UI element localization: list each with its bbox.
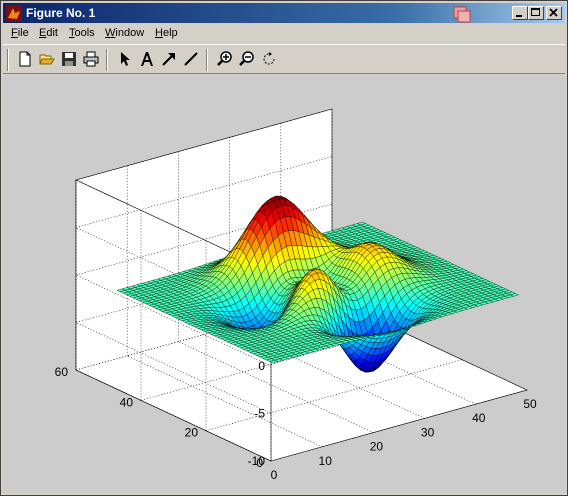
x-tick-label: 30 — [421, 425, 435, 439]
menu-edit[interactable]: Edit — [39, 27, 58, 39]
matlab-logo-icon — [6, 5, 22, 21]
maximize-button[interactable] — [528, 6, 544, 20]
save-icon — [62, 52, 76, 66]
toolbar-grip — [7, 49, 9, 71]
close-button[interactable] — [546, 6, 562, 20]
save-button[interactable] — [59, 49, 79, 69]
zoom-in-button[interactable] — [215, 49, 235, 69]
menu-file[interactable]: File — [11, 27, 29, 39]
toolbar-separator — [206, 49, 208, 71]
title-bar[interactable]: Figure No. 1 — [3, 3, 565, 23]
figure-window: Figure No. 1 File Edit Tools Window Help — [0, 0, 568, 496]
figure-canvas[interactable]: 0102030405002040601050-5-10 — [3, 75, 565, 493]
figure-toolbar — [3, 44, 565, 74]
open-file-icon — [39, 54, 55, 65]
insert-arrow-icon — [162, 53, 175, 66]
y-tick-label: 20 — [185, 426, 199, 440]
insert-text-icon — [141, 52, 153, 66]
menu-window[interactable]: Window — [105, 27, 144, 39]
minimize-button[interactable] — [512, 6, 528, 20]
print-button[interactable] — [81, 49, 101, 69]
select-button[interactable] — [115, 49, 135, 69]
new-figure-button[interactable] — [15, 49, 35, 69]
window-title: Figure No. 1 — [26, 6, 96, 20]
y-tick-label: 60 — [55, 365, 69, 379]
toolbar-separator — [106, 49, 108, 71]
select-arrow-icon — [121, 52, 130, 66]
insert-text-button[interactable] — [137, 49, 157, 69]
menu-help[interactable]: Help — [155, 27, 178, 39]
x-tick-label: 20 — [370, 440, 384, 454]
y-tick-label: 40 — [120, 395, 134, 409]
surface-plot[interactable]: 0102030405002040601050-5-10 — [3, 75, 565, 493]
print-icon — [83, 51, 99, 67]
new-figure-icon — [19, 51, 31, 67]
zoom-out-button[interactable] — [237, 49, 257, 69]
rotate-3d-icon — [263, 52, 275, 65]
menu-bar: File Edit Tools Window Help — [3, 24, 565, 42]
z-tick-label: 0 — [258, 359, 265, 373]
x-tick-label: 0 — [271, 468, 278, 482]
rotate-3d-button[interactable] — [259, 49, 279, 69]
dock-figure-icon[interactable] — [451, 5, 473, 23]
z-tick-label: -10 — [248, 454, 266, 468]
zoom-out-icon — [239, 51, 254, 66]
menu-tools[interactable]: Tools — [69, 27, 95, 39]
z-tick-label: -5 — [254, 407, 265, 421]
insert-line-button[interactable] — [181, 49, 201, 69]
open-file-button[interactable] — [37, 49, 57, 69]
insert-line-icon — [184, 52, 198, 66]
insert-arrow-button[interactable] — [159, 49, 179, 69]
x-tick-label: 40 — [472, 411, 486, 425]
x-tick-label: 50 — [523, 397, 537, 411]
zoom-in-icon — [217, 51, 232, 66]
x-tick-label: 10 — [319, 454, 333, 468]
